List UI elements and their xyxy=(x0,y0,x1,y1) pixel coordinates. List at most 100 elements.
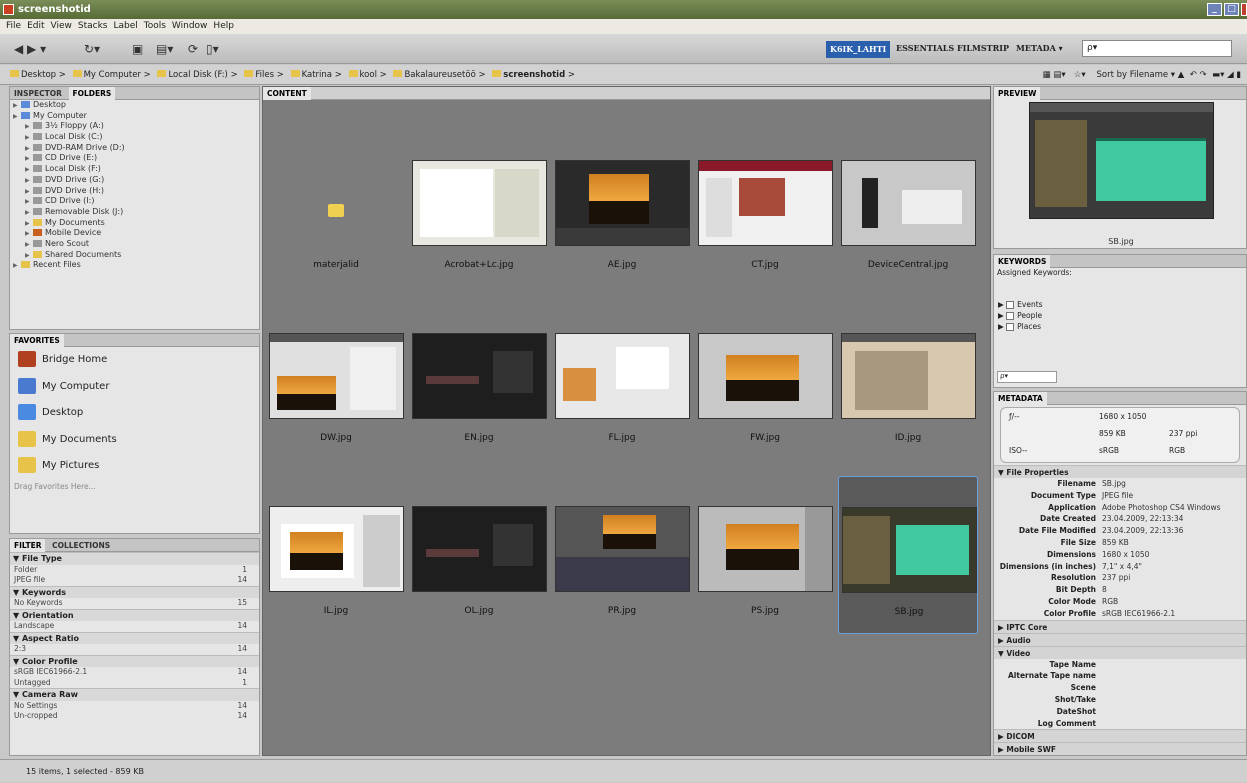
file-thumbnail[interactable]: AE.jpg xyxy=(552,130,692,288)
breadcrumb-item[interactable]: screenshotid xyxy=(503,70,565,80)
menu-edit[interactable]: Edit xyxy=(27,21,44,31)
sort-order-icon[interactable]: ▲ ↶ ↷ ▬▾ ◢ ▮ xyxy=(1178,70,1241,80)
maximize-button[interactable]: □ xyxy=(1224,3,1239,16)
breadcrumb-item[interactable]: kool xyxy=(360,70,377,80)
back-forward-icon[interactable]: ◀ ▶ ▾ xyxy=(14,42,46,56)
filter-row[interactable]: JPEG file 14 xyxy=(10,575,259,586)
tree-item[interactable]: ▶ Removable Disk (J:) xyxy=(10,207,259,218)
expand-icon[interactable]: ▶ xyxy=(13,112,21,123)
close-button[interactable] xyxy=(1241,3,1247,16)
filter-row[interactable]: No Keywords 15 xyxy=(10,598,259,609)
tree-item[interactable]: ▶ Nero Scout xyxy=(10,239,259,250)
file-thumbnail[interactable]: ID.jpg xyxy=(838,303,978,461)
file-thumbnail[interactable]: PS.jpg xyxy=(695,476,835,634)
tab-inspector[interactable]: INSPECTOR xyxy=(10,87,66,100)
metadata-section[interactable]: ▶ Audio xyxy=(994,632,1246,646)
tree-item[interactable]: ▶ My Computer xyxy=(10,111,259,122)
favorite-item[interactable]: My Pictures xyxy=(10,453,259,480)
favorite-item[interactable]: Bridge Home xyxy=(10,347,259,374)
search-input[interactable]: ρ▾ xyxy=(1082,40,1232,57)
breadcrumb-item[interactable]: Files xyxy=(255,70,274,80)
section-file-properties[interactable]: ▼ File Properties xyxy=(994,465,1246,478)
tab-metadata[interactable]: METADATA xyxy=(994,392,1047,405)
keyword-row[interactable]: ▶ People xyxy=(994,310,1246,321)
sort-dropdown[interactable]: Sort by Filename ▾ xyxy=(1097,70,1176,80)
expand-icon[interactable]: ▶ xyxy=(25,208,33,219)
metadata-section[interactable]: ▶ DICOM xyxy=(994,729,1246,743)
filter-row[interactable]: Untagged 1 xyxy=(10,678,259,689)
filter-group[interactable]: ▼ Aspect Ratio xyxy=(10,631,259,644)
filter-row[interactable]: sRGB IEC61966-2.1 14 xyxy=(10,667,259,678)
checkbox[interactable] xyxy=(1006,301,1015,309)
tree-item[interactable]: ▶ DVD Drive (H:) xyxy=(10,186,259,197)
camera-icon[interactable]: ▣ xyxy=(132,42,143,56)
keyword-row[interactable]: ▶ Events xyxy=(994,299,1246,310)
file-thumbnail[interactable]: IL.jpg xyxy=(266,476,406,634)
breadcrumb-item[interactable]: My Computer xyxy=(84,70,141,80)
keyword-row[interactable]: ▶ Places xyxy=(994,321,1246,332)
favorite-item[interactable]: My Computer xyxy=(10,374,259,401)
breadcrumb-item[interactable]: Desktop xyxy=(21,70,56,80)
file-thumbnail[interactable]: CT.jpg xyxy=(695,130,835,288)
tree-item[interactable]: ▶ 3½ Floppy (A:) xyxy=(10,121,259,132)
workspace-active[interactable]: K6IK_LAHTI xyxy=(826,41,891,58)
menu-view[interactable]: View xyxy=(51,21,72,31)
breadcrumb-item[interactable]: Bakalaureusetöö xyxy=(404,70,475,80)
metadata-section[interactable]: ▶ Mobile SWF xyxy=(994,742,1246,755)
view-icon[interactable]: ▦ ▤▾ ☆▾ xyxy=(1043,70,1094,80)
tree-item[interactable]: ▶ Shared Documents xyxy=(10,250,259,261)
filter-row[interactable]: No Settings 14 xyxy=(10,701,259,712)
filter-row[interactable]: 2:3 14 xyxy=(10,644,259,655)
file-thumbnail[interactable]: Acrobat+Lc.jpg xyxy=(409,130,549,288)
tab-keywords[interactable]: KEYWORDS xyxy=(994,255,1051,268)
tree-item[interactable]: ▶ Local Disk (F:) xyxy=(10,164,259,175)
breadcrumb-item[interactable]: Local Disk (F:) xyxy=(168,70,227,80)
tree-item[interactable]: ▶ Recent Files xyxy=(10,260,259,271)
file-thumbnail[interactable]: FW.jpg xyxy=(695,303,835,461)
minimize-button[interactable]: _ xyxy=(1207,3,1222,16)
menu-window[interactable]: Window xyxy=(172,21,208,31)
filter-row[interactable]: Landscape 14 xyxy=(10,621,259,632)
workspace-filmstrip[interactable]: FILMSTRIP xyxy=(957,43,1009,53)
workspace-essentials[interactable]: ESSENTIALS xyxy=(896,43,954,53)
filter-group[interactable]: ▼ File Type xyxy=(10,552,259,565)
filter-row[interactable]: Folder 1 xyxy=(10,565,259,576)
tab-content[interactable]: CONTENT xyxy=(263,87,311,100)
tab-favorites[interactable]: FAVORITES xyxy=(10,334,64,347)
file-thumbnail[interactable]: DeviceCentral.jpg xyxy=(838,130,978,288)
rotate-icon[interactable]: ⟳ xyxy=(188,42,198,56)
workspace-metadata[interactable]: METADA ▾ xyxy=(1016,43,1063,53)
tab-preview[interactable]: PREVIEW xyxy=(994,87,1041,100)
refine-icon[interactable]: ▤▾ xyxy=(156,42,173,56)
file-thumbnail[interactable]: OL.jpg xyxy=(409,476,549,634)
tree-item[interactable]: ▶ Mobile Device xyxy=(10,228,259,239)
filter-row[interactable]: Un-cropped 14 xyxy=(10,711,259,722)
file-thumbnail[interactable]: DW.jpg xyxy=(266,303,406,461)
metadata-section[interactable]: ▶ IPTC Core xyxy=(994,619,1246,633)
file-thumbnail[interactable]: SB.jpg xyxy=(838,476,978,634)
tree-item[interactable]: ▶ DVD-RAM Drive (D:) xyxy=(10,143,259,154)
recent-icon[interactable]: ↻▾ xyxy=(84,42,100,56)
metadata-section[interactable]: ▼ Video xyxy=(994,645,1246,659)
filter-group[interactable]: ▼ Camera Raw xyxy=(10,688,259,701)
filter-group[interactable]: ▼ Color Profile xyxy=(10,654,259,667)
filter-group[interactable]: ▼ Orientation xyxy=(10,608,259,621)
tree-item[interactable]: ▶ CD Drive (E:) xyxy=(10,153,259,164)
expand-icon[interactable]: ▶ xyxy=(13,261,21,272)
menu-label[interactable]: Label xyxy=(113,21,137,31)
keyword-search-input[interactable]: ρ▾ xyxy=(997,371,1057,383)
file-thumbnail[interactable]: EN.jpg xyxy=(409,303,549,461)
checkbox[interactable] xyxy=(1006,312,1015,320)
expand-icon[interactable]: ▶ xyxy=(25,176,33,187)
tree-item[interactable]: ▶ DVD Drive (G:) xyxy=(10,175,259,186)
file-thumbnail[interactable]: materjalid xyxy=(266,130,406,288)
expand-icon[interactable]: ▶ xyxy=(998,300,1006,309)
tree-item[interactable]: ▶ CD Drive (I:) xyxy=(10,196,259,207)
menu-file[interactable]: File xyxy=(6,21,21,31)
expand-icon[interactable]: ▶ xyxy=(998,322,1006,331)
menu-help[interactable]: Help xyxy=(213,21,234,31)
file-thumbnail[interactable]: PR.jpg xyxy=(552,476,692,634)
open-in-icon[interactable]: ▯▾ xyxy=(206,42,219,56)
tab-folders[interactable]: FOLDERS xyxy=(68,87,116,100)
menu-tools[interactable]: Tools xyxy=(144,21,166,31)
